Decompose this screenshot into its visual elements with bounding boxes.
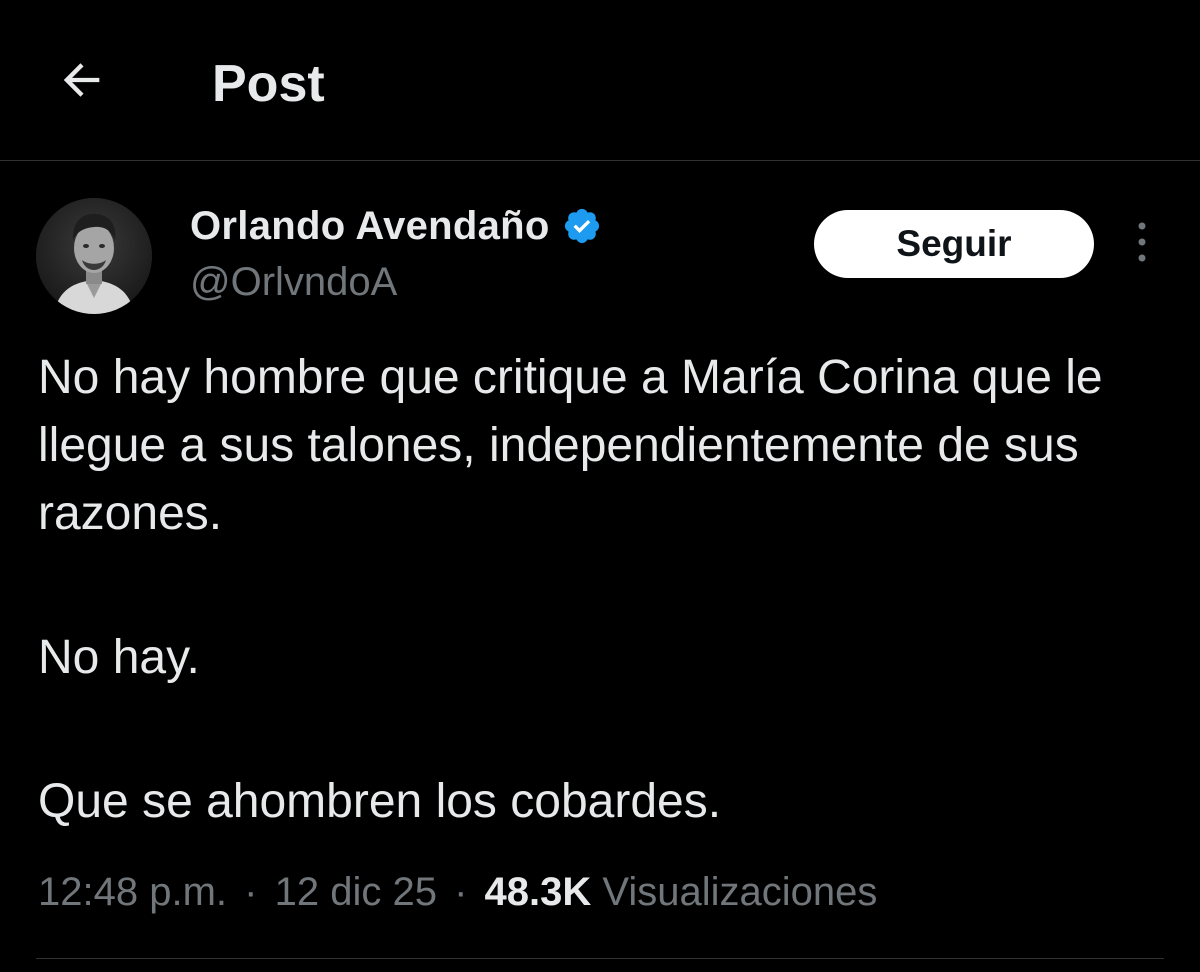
tweet-text: No hay hombre que critique a María Corin… [38, 344, 1158, 836]
tweet-paragraph: No hay hombre que critique a María Corin… [38, 351, 1103, 540]
tweet-date[interactable]: 12 dic 25 [275, 870, 437, 914]
verified-badge-icon [562, 206, 602, 246]
avatar[interactable] [36, 198, 152, 314]
author-handle[interactable]: @OrlvndoA [190, 258, 397, 306]
meta-separator: · [244, 870, 258, 914]
tweet-meta: 12:48 p.m. · 12 dic 25 · 48.3K Visualiza… [38, 864, 877, 920]
tweet-time[interactable]: 12:48 p.m. [38, 870, 227, 914]
post-header: Post [0, 0, 1200, 160]
page-title: Post [212, 55, 325, 113]
more-button[interactable] [1122, 220, 1162, 268]
author-name-row: Orlando Avendaño [190, 200, 602, 252]
meta-separator: · [454, 870, 468, 914]
tweet-paragraph: Que se ahombren los cobardes. [38, 775, 722, 828]
meta-divider [36, 958, 1164, 959]
views-count: 48.3K [484, 870, 592, 914]
arrow-left-icon [56, 54, 108, 111]
views-label: Visualizaciones [602, 870, 878, 914]
author-name[interactable]: Orlando Avendaño [190, 204, 550, 249]
back-button[interactable] [52, 52, 112, 112]
more-vertical-icon [1136, 220, 1148, 269]
follow-button[interactable]: Seguir [814, 210, 1094, 278]
tweet-paragraph: No hay. [38, 631, 200, 684]
header-divider [0, 160, 1200, 161]
